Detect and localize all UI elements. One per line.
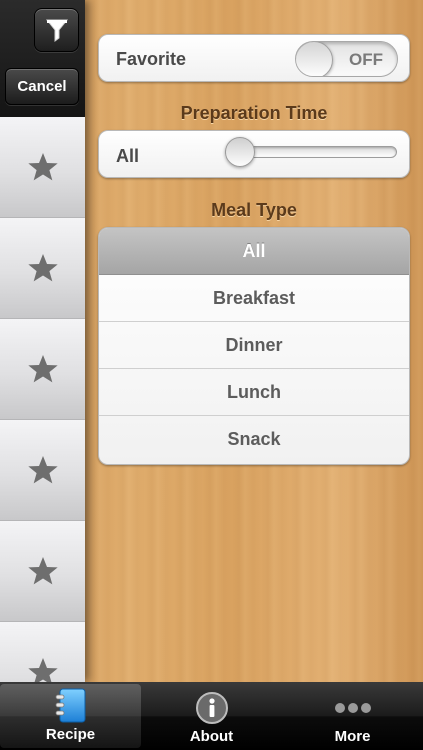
tab-bar: Recipe About More xyxy=(0,682,423,750)
list-item[interactable] xyxy=(0,319,85,420)
navigation-bar: Cancel xyxy=(0,0,85,117)
tab-recipe[interactable]: Recipe xyxy=(0,684,141,748)
meal-type-title: Meal Type xyxy=(211,200,297,220)
preparation-time-title: Preparation Time xyxy=(180,103,328,123)
meal-type-option-breakfast[interactable]: Breakfast xyxy=(99,275,409,322)
ellipsis-icon xyxy=(334,703,371,713)
info-icon xyxy=(195,692,228,724)
list-item[interactable] xyxy=(0,218,85,319)
cancel-button[interactable]: Cancel xyxy=(5,68,79,105)
switch-knob[interactable] xyxy=(296,42,333,76)
favorite-toggle-switch[interactable]: OFF xyxy=(295,41,398,77)
list-item[interactable] xyxy=(0,420,85,521)
star-icon[interactable] xyxy=(27,454,59,486)
star-icon[interactable] xyxy=(27,353,59,385)
tab-label: More xyxy=(334,728,371,745)
recipe-book-icon xyxy=(55,688,85,723)
star-icon[interactable] xyxy=(27,656,59,682)
meal-type-option-snack[interactable]: Snack xyxy=(99,416,409,464)
meal-type-list: All Breakfast Dinner Lunch Snack xyxy=(98,227,410,465)
meal-type-option-dinner[interactable]: Dinner xyxy=(99,322,409,369)
preparation-time-slider-thumb[interactable] xyxy=(225,137,255,167)
filter-button[interactable] xyxy=(34,8,79,52)
tab-label: About xyxy=(189,728,234,745)
list-item[interactable] xyxy=(0,117,85,218)
favorite-label: Favorite xyxy=(116,49,187,69)
meal-type-option-all[interactable]: All xyxy=(99,228,409,275)
tab-more[interactable]: More xyxy=(282,682,423,750)
favorite-filter-row: Favorite OFF xyxy=(98,34,410,82)
meal-type-option-lunch[interactable]: Lunch xyxy=(99,369,409,416)
star-icon[interactable] xyxy=(27,151,59,183)
star-icon[interactable] xyxy=(27,555,59,587)
list-item[interactable] xyxy=(0,622,85,682)
preparation-time-row: All xyxy=(98,130,410,178)
recipe-list xyxy=(0,117,85,682)
app-screen: Cancel Favorite OFF Preparation Time All… xyxy=(0,0,423,750)
list-item[interactable] xyxy=(0,521,85,622)
switch-state-text: OFF xyxy=(349,50,383,69)
tab-label: Recipe xyxy=(45,726,96,743)
recipe-list-panel: Cancel xyxy=(0,0,85,682)
tab-about[interactable]: About xyxy=(141,682,282,750)
preparation-time-value: All xyxy=(116,146,140,166)
star-icon[interactable] xyxy=(27,252,59,284)
funnel-icon xyxy=(45,19,68,42)
